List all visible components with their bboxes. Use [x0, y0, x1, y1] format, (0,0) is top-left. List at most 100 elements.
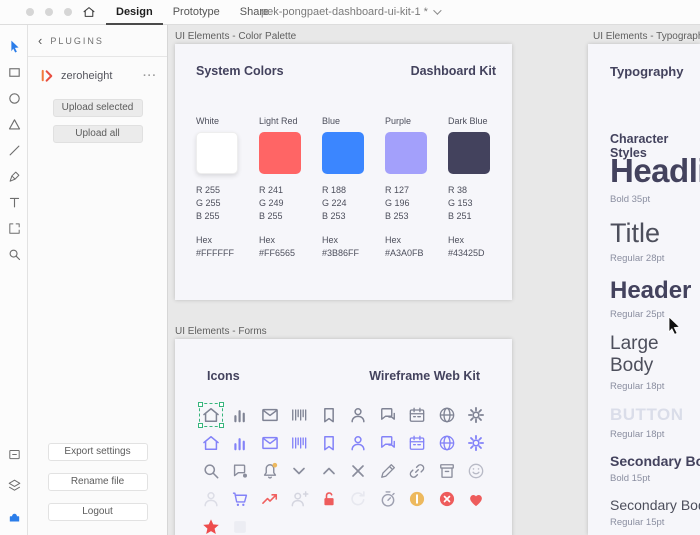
barcode-icon[interactable]	[289, 433, 309, 453]
plugins-panel-toggle[interactable]	[0, 503, 28, 529]
upload-selected-button[interactable]: Upload selected	[53, 99, 143, 117]
swatch-dark-blue[interactable]	[448, 132, 490, 174]
select-tool[interactable]	[0, 33, 28, 59]
ghost-icon[interactable]	[230, 517, 250, 535]
swatch-light-red[interactable]	[259, 132, 301, 174]
rename-file-button[interactable]: Rename file	[48, 473, 148, 491]
mode-tabs: DesignPrototypeShare	[106, 0, 279, 25]
polygon-tool[interactable]	[0, 111, 28, 137]
bookmark-icon[interactable]	[319, 405, 339, 425]
artboard-label-color-palette[interactable]: UI Elements - Color Palette	[175, 31, 296, 42]
type-sample-secondary-bold[interactable]: Secondary Body	[610, 453, 700, 469]
chevron-up-icon[interactable]	[319, 461, 339, 481]
type-sample-title[interactable]: Title	[610, 218, 700, 249]
type-sample-large-body[interactable]: Large Body	[610, 333, 700, 377]
mail-icon[interactable]	[260, 433, 280, 453]
typography-title[interactable]: Typography	[610, 64, 683, 79]
link-icon[interactable]	[407, 461, 427, 481]
layers-panel-toggle[interactable]	[0, 472, 28, 498]
logout-button[interactable]: Logout	[48, 503, 148, 521]
forms-kit-name[interactable]: Wireframe Web Kit	[369, 369, 480, 383]
line-tool[interactable]	[0, 137, 28, 163]
calendar-icon[interactable]	[407, 433, 427, 453]
swatch-white[interactable]	[196, 132, 238, 174]
user-pin-icon[interactable]	[289, 489, 309, 509]
selection-handle	[198, 402, 203, 407]
chat-icon[interactable]	[378, 433, 398, 453]
colors-title[interactable]: System Colors	[196, 64, 284, 78]
chart-icon[interactable]	[230, 405, 250, 425]
tab-share[interactable]: Share	[230, 0, 279, 25]
tab-design[interactable]: Design	[106, 0, 163, 25]
barcode-icon[interactable]	[289, 405, 309, 425]
titlebar: DesignPrototypeShare pek-pongpaet-dashbo…	[0, 0, 700, 25]
mail-icon[interactable]	[260, 405, 280, 425]
close-icon[interactable]	[348, 461, 368, 481]
plugins-icon	[7, 509, 22, 524]
heart-icon[interactable]	[466, 489, 486, 509]
document-title[interactable]: pek-pongpaet-dashboard-ui-kit-1 *	[0, 0, 700, 25]
home-icon[interactable]	[201, 433, 221, 453]
user-icon[interactable]	[348, 405, 368, 425]
artboard-color-palette[interactable]: System Colors Dashboard Kit WhiteR 255G …	[175, 44, 512, 300]
artboard-tool[interactable]	[0, 215, 28, 241]
home-icon[interactable]	[82, 5, 96, 19]
plugin-row-zeroheight[interactable]: zeroheight ···	[28, 57, 167, 83]
plugins-panel: ‹ PLUGINS zeroheight ··· Upload selected…	[28, 25, 168, 535]
search-icon[interactable]	[201, 461, 221, 481]
home-icon[interactable]	[201, 405, 221, 425]
chart-icon[interactable]	[230, 433, 250, 453]
user-icon[interactable]	[201, 489, 221, 509]
calendar-icon[interactable]	[407, 405, 427, 425]
ellipse-tool[interactable]	[0, 85, 28, 111]
artboard-label-forms[interactable]: UI Elements - Forms	[175, 326, 267, 337]
cart-icon[interactable]	[230, 489, 250, 509]
type-style-secondary: Secondary BodyRegular 15pt	[610, 497, 700, 528]
window-minimize-button[interactable]	[45, 8, 53, 16]
lock-icon[interactable]	[319, 489, 339, 509]
swatch-purple[interactable]	[385, 132, 427, 174]
gear-icon[interactable]	[466, 433, 486, 453]
text-tool[interactable]	[0, 189, 28, 215]
coin-icon[interactable]	[407, 489, 427, 509]
colors-kit-name[interactable]: Dashboard Kit	[411, 64, 496, 78]
artboard-label-typography[interactable]: UI Elements - Typography	[593, 31, 700, 42]
chevron-down-icon[interactable]	[289, 461, 309, 481]
export-settings-button[interactable]: Export settings	[48, 443, 148, 461]
timer-icon[interactable]	[378, 489, 398, 509]
upload-all-button[interactable]: Upload all	[53, 125, 143, 143]
zoom-tool[interactable]	[0, 241, 28, 267]
window-zoom-button[interactable]	[64, 8, 72, 16]
back-chevron-icon[interactable]: ‹	[38, 34, 42, 47]
pencil-icon[interactable]	[378, 461, 398, 481]
artboard-typography[interactable]: Typography Character Styles HeadlineBold…	[588, 44, 700, 535]
chat-dot-icon[interactable]	[230, 461, 250, 481]
artboard-forms[interactable]: Icons Wireframe Web Kit	[175, 339, 512, 535]
rectangle-tool[interactable]	[0, 59, 28, 85]
window-close-button[interactable]	[26, 8, 34, 16]
type-spec-label: Regular 28pt	[610, 253, 700, 264]
icons-title[interactable]: Icons	[207, 369, 240, 383]
globe-icon[interactable]	[437, 433, 457, 453]
type-sample-button[interactable]: BUTTON	[610, 405, 700, 425]
star-icon[interactable]	[201, 517, 221, 535]
chat-icon[interactable]	[378, 405, 398, 425]
gear-icon[interactable]	[466, 405, 486, 425]
type-sample-secondary[interactable]: Secondary Body	[610, 497, 700, 513]
bell-icon[interactable]	[260, 461, 280, 481]
refresh-icon[interactable]	[348, 489, 368, 509]
tab-prototype[interactable]: Prototype	[163, 0, 230, 25]
bookmark-icon[interactable]	[319, 433, 339, 453]
swatch-blue[interactable]	[322, 132, 364, 174]
user-icon[interactable]	[348, 433, 368, 453]
trend-icon[interactable]	[260, 489, 280, 509]
assets-panel-toggle[interactable]	[0, 441, 28, 467]
pen-tool[interactable]	[0, 163, 28, 189]
type-sample-header[interactable]: Header	[610, 277, 700, 305]
plugin-options-icon[interactable]: ···	[143, 70, 157, 82]
type-sample-headline[interactable]: Headline	[610, 152, 700, 190]
archive-icon[interactable]	[437, 461, 457, 481]
x-circle-icon[interactable]	[437, 489, 457, 509]
globe-icon[interactable]	[437, 405, 457, 425]
smiley-icon[interactable]	[466, 461, 486, 481]
